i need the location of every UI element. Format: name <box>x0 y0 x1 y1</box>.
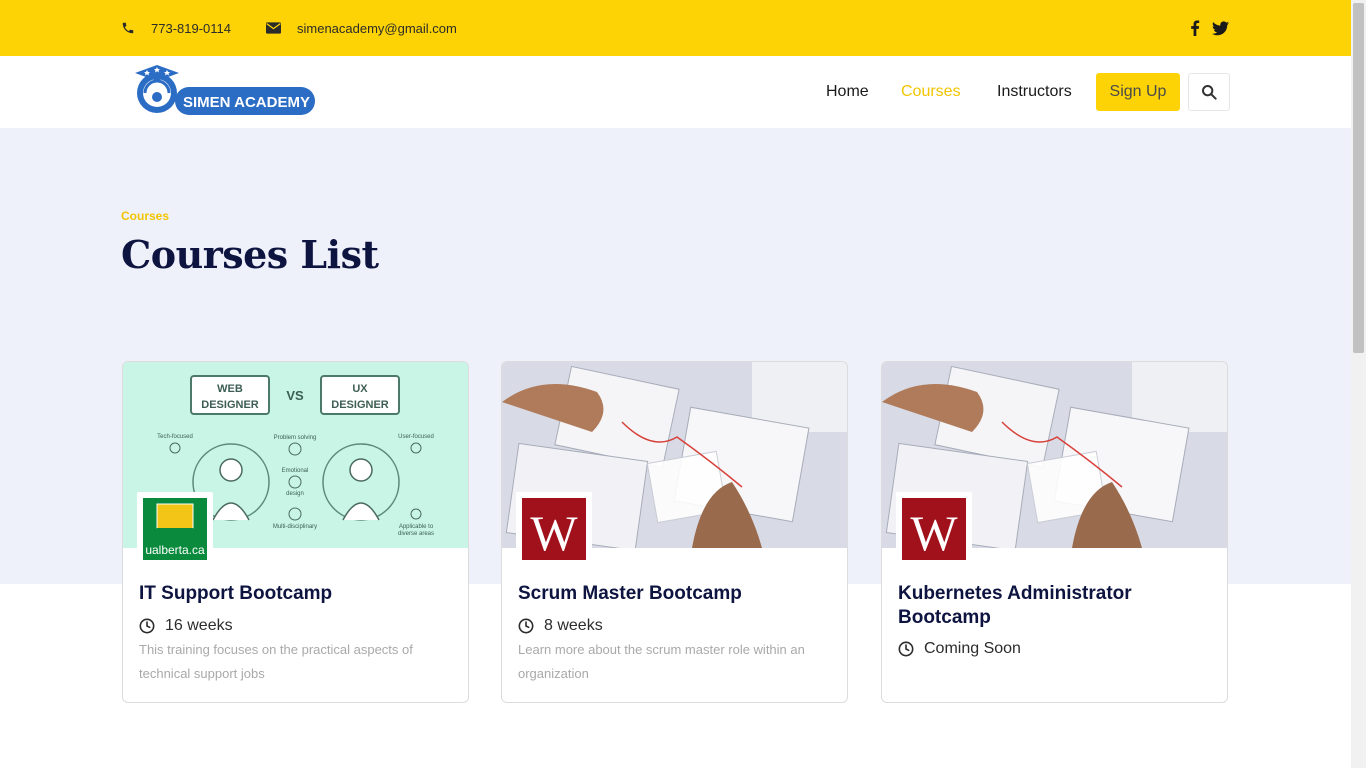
scrollbar-thumb[interactable] <box>1353 3 1364 353</box>
svg-text:W: W <box>530 505 578 560</box>
svg-text:DESIGNER: DESIGNER <box>331 399 389 411</box>
nav-item-courses[interactable]: Courses <box>901 56 961 128</box>
svg-text:Multi-disciplinary: Multi-disciplinary <box>273 524 317 530</box>
email-address: simenacademy@gmail.com <box>297 20 457 36</box>
course-card[interactable]: W Scrum Master Bootcamp 8 weeks Learn mo… <box>501 361 848 703</box>
course-card[interactable]: WEB DESIGNER VS UX DESIGNER Tech-focused… <box>122 361 469 703</box>
facebook-icon[interactable] <box>1188 20 1202 36</box>
duration-text: Coming Soon <box>924 640 1021 657</box>
clock-icon <box>518 618 534 634</box>
course-title[interactable]: IT Support Bootcamp <box>139 582 454 606</box>
breadcrumb: Courses <box>121 209 170 223</box>
email-contact[interactable]: simenacademy@gmail.com <box>266 0 457 56</box>
phone-contact[interactable]: 773-819-0114 <box>121 0 231 56</box>
svg-text:DESIGNER: DESIGNER <box>201 399 259 411</box>
clock-icon <box>139 618 155 634</box>
social-links <box>1188 0 1229 56</box>
phone-number: 773-819-0114 <box>151 20 231 36</box>
svg-text:VS: VS <box>286 388 304 403</box>
course-description: Learn more about the scrum master role w… <box>518 642 805 681</box>
course-card[interactable]: W Kubernetes Administrator Bootcamp Comi… <box>881 361 1228 703</box>
search-icon <box>1202 85 1217 100</box>
duration-text: 16 weeks <box>165 617 233 634</box>
institution-logo: W <box>516 492 592 566</box>
page-title: Courses List <box>121 232 379 277</box>
svg-text:Problem solving: Problem solving <box>274 435 317 441</box>
institution-logo: W <box>896 492 972 566</box>
svg-text:design: design <box>286 491 304 497</box>
course-duration: 8 weeks <box>518 617 603 635</box>
institution-logo: ualberta.ca <box>137 492 213 566</box>
course-title[interactable]: Kubernetes Administrator Bootcamp <box>898 582 1213 630</box>
twitter-icon[interactable] <box>1212 20 1229 36</box>
envelope-icon <box>266 22 281 34</box>
course-duration: Coming Soon <box>898 640 1021 658</box>
svg-text:Emotional: Emotional <box>282 468 309 474</box>
svg-text:WEB: WEB <box>217 383 243 395</box>
sign-up-button[interactable]: Sign Up <box>1096 73 1180 111</box>
course-description: This training focuses on the practical a… <box>139 642 413 681</box>
nav-item-instructors[interactable]: Instructors <box>997 56 1072 128</box>
duration-text: 8 weeks <box>544 617 603 634</box>
phone-icon <box>122 22 134 34</box>
top-contact-bar: 773-819-0114 simenacademy@gmail.com <box>0 0 1351 56</box>
svg-text:User-focused: User-focused <box>398 434 434 440</box>
course-duration: 16 weeks <box>139 617 233 635</box>
nav-item-home[interactable]: Home <box>826 56 869 128</box>
course-title[interactable]: Scrum Master Bootcamp <box>518 582 833 606</box>
svg-text:Applicable to: Applicable to <box>399 524 434 530</box>
svg-text:ualberta.ca: ualberta.ca <box>145 543 205 557</box>
svg-text:UX: UX <box>352 383 368 395</box>
clock-icon <box>898 641 914 657</box>
svg-text:diverse areas: diverse areas <box>398 531 434 537</box>
svg-text:Tech-focused: Tech-focused <box>157 434 193 440</box>
search-button[interactable] <box>1188 73 1230 111</box>
svg-text:W: W <box>910 505 958 560</box>
